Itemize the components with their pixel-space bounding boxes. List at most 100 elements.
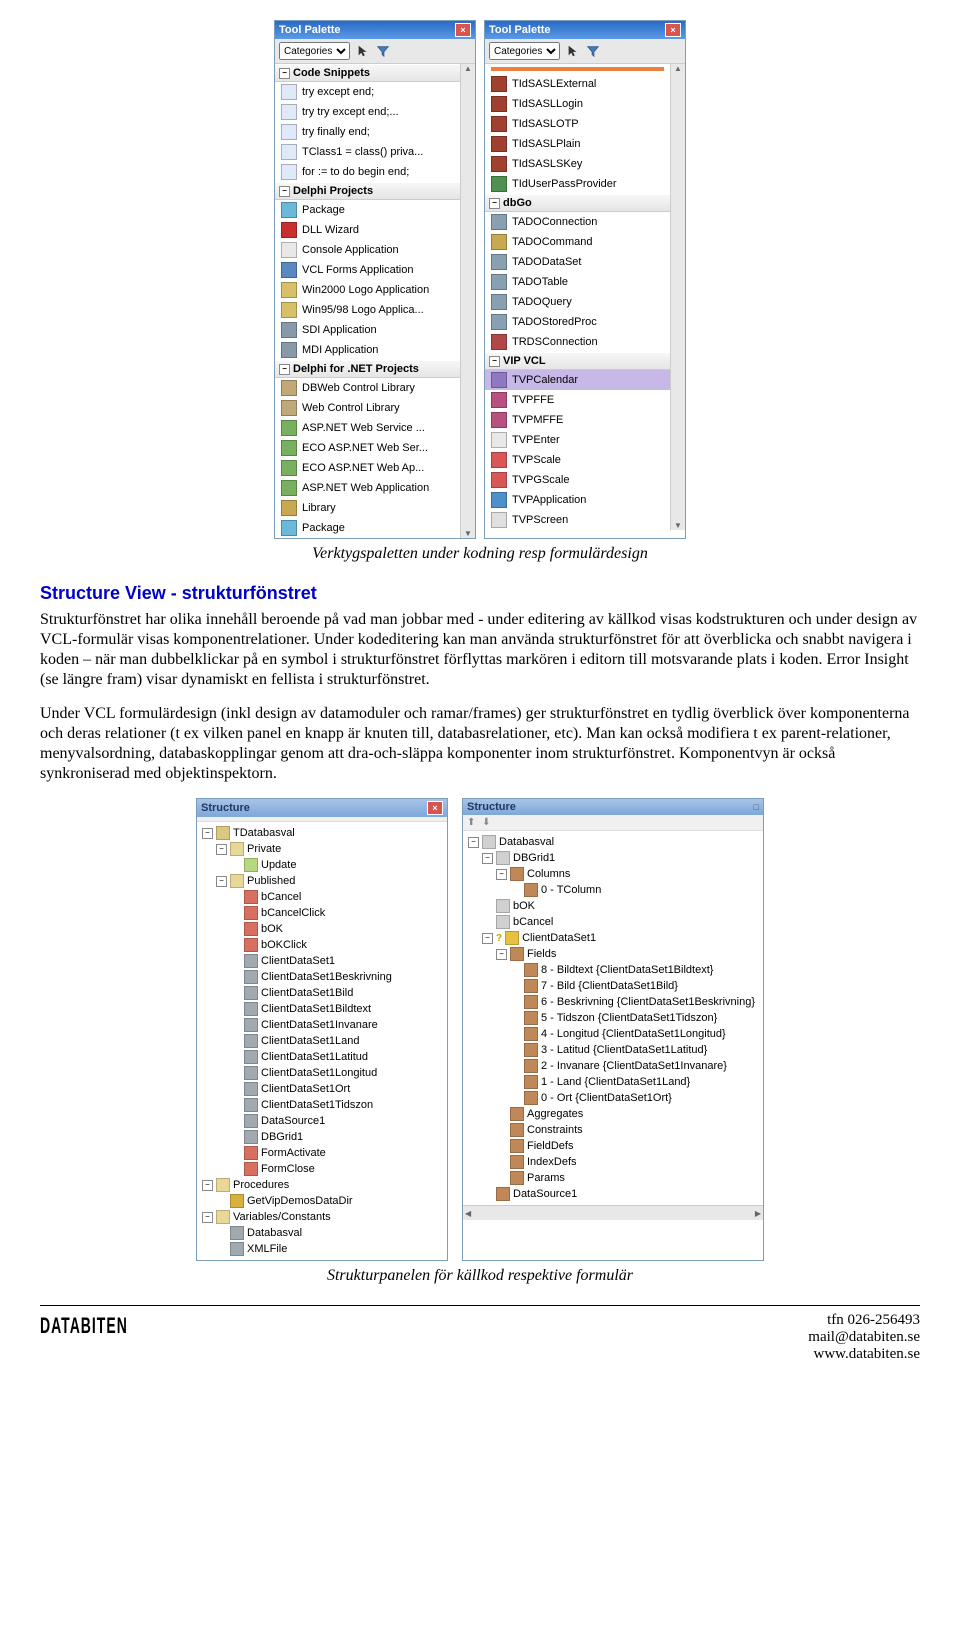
collapse-icon[interactable]: − <box>489 356 500 367</box>
filter-icon[interactable] <box>376 44 390 58</box>
scrollbar[interactable]: ▲▼ <box>670 64 685 530</box>
tree-node[interactable]: −Procedures <box>199 1177 445 1193</box>
expand-icon[interactable]: − <box>202 1212 213 1223</box>
palette-item[interactable]: TVPScreen <box>485 510 670 530</box>
tree-node[interactable]: 7 - Bild {ClientDataSet1Bild} <box>465 978 761 994</box>
palette-titlebar[interactable]: Tool Palette × <box>275 21 475 39</box>
palette-item[interactable]: TVPApplication <box>485 490 670 510</box>
palette-group-header[interactable]: −dbGo <box>485 194 670 212</box>
tree-node[interactable]: bOK <box>465 898 761 914</box>
tree-node[interactable]: −Published <box>199 873 445 889</box>
h-scrollbar[interactable]: ◀▶ <box>463 1205 763 1220</box>
tree-node[interactable]: ClientDataSet1Ort <box>199 1081 445 1097</box>
tree-node[interactable]: FormActivate <box>199 1145 445 1161</box>
palette-item[interactable]: try finally end; <box>275 122 460 142</box>
tree-node[interactable]: Databasval <box>199 1225 445 1241</box>
tree-node[interactable]: 6 - Beskrivning {ClientDataSet1Beskrivni… <box>465 994 761 1010</box>
palette-item[interactable]: DLL Wizard <box>275 220 460 240</box>
palette-item[interactable]: TClass1 = class() priva... <box>275 142 460 162</box>
tree-node[interactable]: FieldDefs <box>465 1138 761 1154</box>
palette-item[interactable]: Package <box>275 200 460 220</box>
palette-item[interactable]: ASP.NET Web Application <box>275 478 460 498</box>
tree-node[interactable]: ClientDataSet1Latitud <box>199 1049 445 1065</box>
tree-node[interactable]: 0 - Ort {ClientDataSet1Ort} <box>465 1090 761 1106</box>
tree-node[interactable]: 0 - TColumn <box>465 882 761 898</box>
palette-group-header[interactable]: −Delphi for .NET Projects <box>275 360 460 378</box>
group-grip[interactable] <box>491 67 664 71</box>
tree-node[interactable]: 8 - Bildtext {ClientDataSet1Bildtext} <box>465 962 761 978</box>
tree-node[interactable]: 3 - Latitud {ClientDataSet1Latitud} <box>465 1042 761 1058</box>
tree-node[interactable]: 5 - Tidszon {ClientDataSet1Tidszon} <box>465 1010 761 1026</box>
nav-up-icon[interactable]: ⬆ <box>467 817 475 828</box>
palette-item[interactable]: Console Application <box>275 240 460 260</box>
palette-item[interactable]: TADOCommand <box>485 232 670 252</box>
tree-node[interactable]: FormClose <box>199 1161 445 1177</box>
collapse-icon[interactable]: − <box>279 364 290 375</box>
close-icon[interactable]: × <box>427 801 443 815</box>
palette-item[interactable]: TADOConnection <box>485 212 670 232</box>
palette-item[interactable]: Library <box>275 498 460 518</box>
collapse-icon[interactable]: − <box>279 186 290 197</box>
tree-node[interactable]: DataSource1 <box>199 1113 445 1129</box>
palette-item[interactable]: SDI Application <box>275 320 460 340</box>
tree-node[interactable]: −Columns <box>465 866 761 882</box>
tree-node[interactable]: ClientDataSet1Tidszon <box>199 1097 445 1113</box>
palette-item[interactable]: TVPCalendar <box>485 370 670 390</box>
palette-item[interactable]: TIdSASLOTP <box>485 114 670 134</box>
close-icon[interactable]: × <box>455 23 471 37</box>
tree-node[interactable]: 2 - Invanare {ClientDataSet1Invanare} <box>465 1058 761 1074</box>
tree-node[interactable]: Update <box>199 857 445 873</box>
palette-item[interactable]: try try except end;... <box>275 102 460 122</box>
expand-icon[interactable]: − <box>202 828 213 839</box>
tree-node[interactable]: DataSource1 <box>465 1186 761 1202</box>
palette-item[interactable]: for := to do begin end; <box>275 162 460 182</box>
tree-node[interactable]: ClientDataSet1 <box>199 953 445 969</box>
tree-node[interactable]: Constraints <box>465 1122 761 1138</box>
tree-node[interactable]: 1 - Land {ClientDataSet1Land} <box>465 1074 761 1090</box>
palette-item[interactable]: TADODataSet <box>485 252 670 272</box>
tree-node[interactable]: ClientDataSet1Longitud <box>199 1065 445 1081</box>
tree-node[interactable]: bOK <box>199 921 445 937</box>
tree-node[interactable]: bCancelClick <box>199 905 445 921</box>
structure-titlebar[interactable]: Structure × <box>197 799 447 817</box>
close-icon[interactable]: × <box>665 23 681 37</box>
expand-icon[interactable]: − <box>496 949 507 960</box>
expand-icon[interactable]: − <box>202 1180 213 1191</box>
tree-node[interactable]: ClientDataSet1Land <box>199 1033 445 1049</box>
palette-group-header[interactable]: −VIP VCL <box>485 352 670 370</box>
palette-item[interactable]: Package <box>275 518 460 538</box>
categories-select[interactable]: Categories <box>279 42 350 60</box>
tree-node[interactable]: GetVipDemosDataDir <box>199 1193 445 1209</box>
tree-node[interactable]: ClientDataSet1Invanare <box>199 1017 445 1033</box>
tree-node[interactable]: bOKClick <box>199 937 445 953</box>
palette-item[interactable]: TIdUserPassProvider <box>485 174 670 194</box>
categories-select[interactable]: Categories <box>489 42 560 60</box>
tree-node[interactable]: ClientDataSet1Beskrivning <box>199 969 445 985</box>
palette-item[interactable]: TVPMFFE <box>485 410 670 430</box>
scrollbar[interactable]: ▲▼ <box>460 64 475 538</box>
tree-node[interactable]: −?ClientDataSet1 <box>465 930 761 946</box>
tree-node[interactable]: IndexDefs <box>465 1154 761 1170</box>
collapse-icon[interactable]: − <box>279 68 290 79</box>
palette-item[interactable]: TVPScale <box>485 450 670 470</box>
palette-item[interactable]: TADOTable <box>485 272 670 292</box>
palette-item[interactable]: Win2000 Logo Application <box>275 280 460 300</box>
tree-node[interactable]: 4 - Longitud {ClientDataSet1Longitud} <box>465 1026 761 1042</box>
palette-item[interactable]: MDI Application <box>275 340 460 360</box>
expand-icon[interactable]: − <box>496 869 507 880</box>
palette-item[interactable]: TIdSASLExternal <box>485 74 670 94</box>
palette-item[interactable]: ECO ASP.NET Web Ser... <box>275 438 460 458</box>
expand-icon[interactable]: − <box>468 837 479 848</box>
expand-icon[interactable]: − <box>482 853 493 864</box>
palette-item[interactable]: TVPGScale <box>485 470 670 490</box>
palette-group-header[interactable]: −Code Snippets <box>275 64 460 82</box>
pointer-icon[interactable] <box>356 44 370 58</box>
nav-down-icon[interactable]: ⬇ <box>482 817 490 828</box>
tree-node[interactable]: Params <box>465 1170 761 1186</box>
tree-node[interactable]: −Private <box>199 841 445 857</box>
palette-item[interactable]: TVPFFE <box>485 390 670 410</box>
tree-node[interactable]: ClientDataSet1Bild <box>199 985 445 1001</box>
filter-icon[interactable] <box>586 44 600 58</box>
palette-item[interactable]: DBWeb Control Library <box>275 378 460 398</box>
tree-node[interactable]: −DBGrid1 <box>465 850 761 866</box>
